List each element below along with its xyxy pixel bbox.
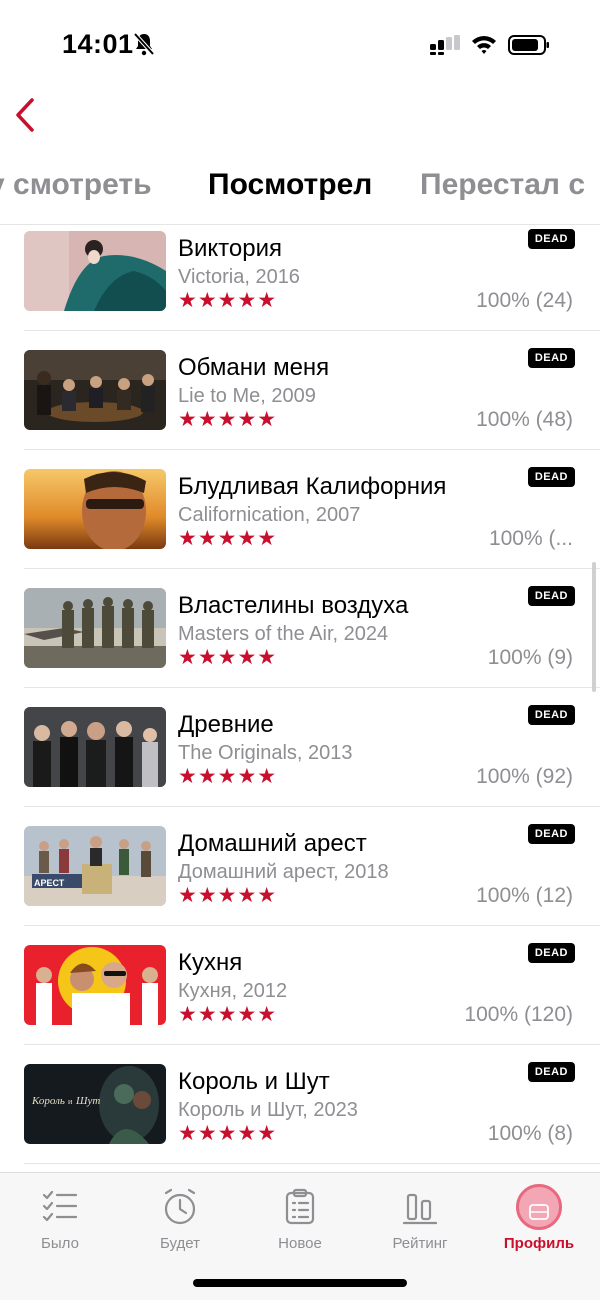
svg-text:и: и [68, 1097, 73, 1106]
star-rating: ★★★★★ [178, 765, 278, 788]
rating-percent: 100% (12) [476, 884, 573, 907]
clipboard-icon [285, 1188, 315, 1225]
show-row[interactable]: Блудливая Калифорния Californication, 20… [0, 463, 600, 582]
status-badge: DEAD [527, 229, 575, 249]
status-badge: DEAD [527, 1062, 575, 1082]
profile-icon [516, 1184, 562, 1230]
show-poster [24, 588, 166, 668]
show-subtitle: Lie to Me, 2009 [178, 385, 316, 407]
rating-percent: 100% (92) [476, 765, 573, 788]
show-subtitle: Victoria, 2016 [178, 266, 300, 288]
nav-tab-was[interactable]: Было [5, 1181, 115, 1261]
row-divider [24, 1163, 600, 1164]
nav-label: Рейтинг [392, 1235, 448, 1252]
row-divider [24, 449, 600, 450]
status-badge: DEAD [527, 705, 575, 725]
star-rating: ★★★★★ [178, 408, 278, 431]
star-rating: ★★★★★ [178, 884, 278, 907]
nav-label: Было [41, 1235, 79, 1252]
battery-icon [508, 35, 549, 55]
show-list: Виктория Victoria, 2016 ★★★★★ 100% (24) … [0, 225, 600, 1173]
show-title: Король и Шут [178, 1068, 330, 1095]
show-poster [24, 469, 166, 549]
nav-label: Профиль [503, 1235, 575, 1252]
rating-percent: 100% (8) [487, 1122, 573, 1145]
show-row[interactable]: Древние The Originals, 2013 ★★★★★ 100% (… [0, 701, 600, 820]
tab-stopped[interactable]: Перестал с [420, 168, 585, 202]
show-row[interactable]: Король и Шут Король и Шут Король и Шут, … [0, 1058, 600, 1173]
status-badge: DEAD [527, 586, 575, 606]
nav-label: Будет [160, 1235, 200, 1252]
show-subtitle: Masters of the Air, 2024 [178, 623, 389, 645]
bell-slash-icon [133, 32, 155, 56]
tab-watching[interactable]: у смотреть [0, 168, 152, 202]
rating-percent: 100% (120) [464, 1003, 573, 1026]
row-divider [24, 1044, 600, 1045]
show-subtitle: Californication, 2007 [178, 504, 361, 526]
alarm-clock-icon [164, 1188, 196, 1225]
scroll-indicator[interactable] [592, 562, 596, 692]
status-bar: 14:01 [0, 0, 600, 90]
rating-percent: 100% (... [488, 527, 573, 550]
star-rating: ★★★★★ [178, 1122, 278, 1145]
status-badge: DEAD [527, 824, 575, 844]
cellular-signal-icon [430, 35, 460, 55]
status-badge: DEAD [527, 348, 575, 368]
rating-percent: 100% (48) [476, 408, 573, 431]
home-indicator[interactable] [193, 1279, 407, 1287]
show-poster [24, 945, 166, 1025]
status-badge: DEAD [527, 467, 575, 487]
tab-watched[interactable]: Посмотрел [208, 168, 372, 202]
show-poster: АРЕСТ [24, 826, 166, 906]
show-title: Властелины воздуха [178, 592, 409, 619]
nav-tab-profile[interactable]: Профиль [484, 1181, 594, 1261]
nav-tab-will[interactable]: Будет [125, 1181, 235, 1261]
show-subtitle: Домашний арест, 2018 [178, 861, 389, 883]
show-subtitle: The Originals, 2013 [178, 742, 353, 764]
star-rating: ★★★★★ [178, 289, 278, 312]
show-poster [24, 707, 166, 787]
show-subtitle: Кухня, 2012 [178, 980, 288, 1002]
show-title: Древние [178, 711, 274, 738]
show-title: Блудливая Калифорния [178, 473, 447, 500]
back-button[interactable] [10, 92, 50, 138]
show-poster [24, 350, 166, 430]
show-title: Кухня [178, 949, 243, 976]
row-divider [24, 568, 600, 569]
show-row[interactable]: Властелины воздуха Masters of the Air, 2… [0, 582, 600, 701]
show-title: Обмани меня [178, 354, 330, 381]
show-subtitle: Король и Шут, 2023 [178, 1099, 358, 1121]
show-poster [24, 231, 166, 311]
nav-label: Новое [278, 1235, 322, 1252]
show-title: Виктория [178, 235, 283, 262]
show-row[interactable]: Виктория Victoria, 2016 ★★★★★ 100% (24) … [0, 225, 600, 344]
star-rating: ★★★★★ [178, 1003, 278, 1026]
segment-tabs: у смотреть Посмотрел Перестал с [0, 168, 600, 224]
checklist-icon [42, 1190, 78, 1222]
row-divider [24, 925, 600, 926]
show-row[interactable]: АРЕСТ Домашний арест Домашний арест, 201… [0, 820, 600, 939]
row-divider [24, 687, 600, 688]
star-rating: ★★★★★ [178, 646, 278, 669]
svg-text:Шут: Шут [75, 1095, 100, 1107]
status-badge: DEAD [527, 943, 575, 963]
rating-percent: 100% (24) [476, 289, 573, 312]
nav-tab-rating[interactable]: Рейтинг [365, 1181, 475, 1261]
show-title: Домашний арест [178, 830, 367, 857]
row-divider [24, 806, 600, 807]
wifi-icon [472, 36, 496, 54]
show-row[interactable]: Обмани меня Lie to Me, 2009 ★★★★★ 100% (… [0, 344, 600, 463]
bar-chart-icon [402, 1193, 438, 1225]
nav-tab-new[interactable]: Новое [245, 1181, 355, 1261]
rating-percent: 100% (9) [487, 646, 573, 669]
star-rating: ★★★★★ [178, 527, 278, 550]
row-divider [24, 330, 600, 331]
show-poster: Король и Шут [24, 1064, 166, 1144]
show-row[interactable]: Кухня Кухня, 2012 ★★★★★ 100% (120) DEAD [0, 939, 600, 1058]
status-time: 14:01 [62, 29, 134, 59]
svg-text:Король: Король [31, 1095, 65, 1107]
svg-text:АРЕСТ: АРЕСТ [34, 878, 65, 888]
